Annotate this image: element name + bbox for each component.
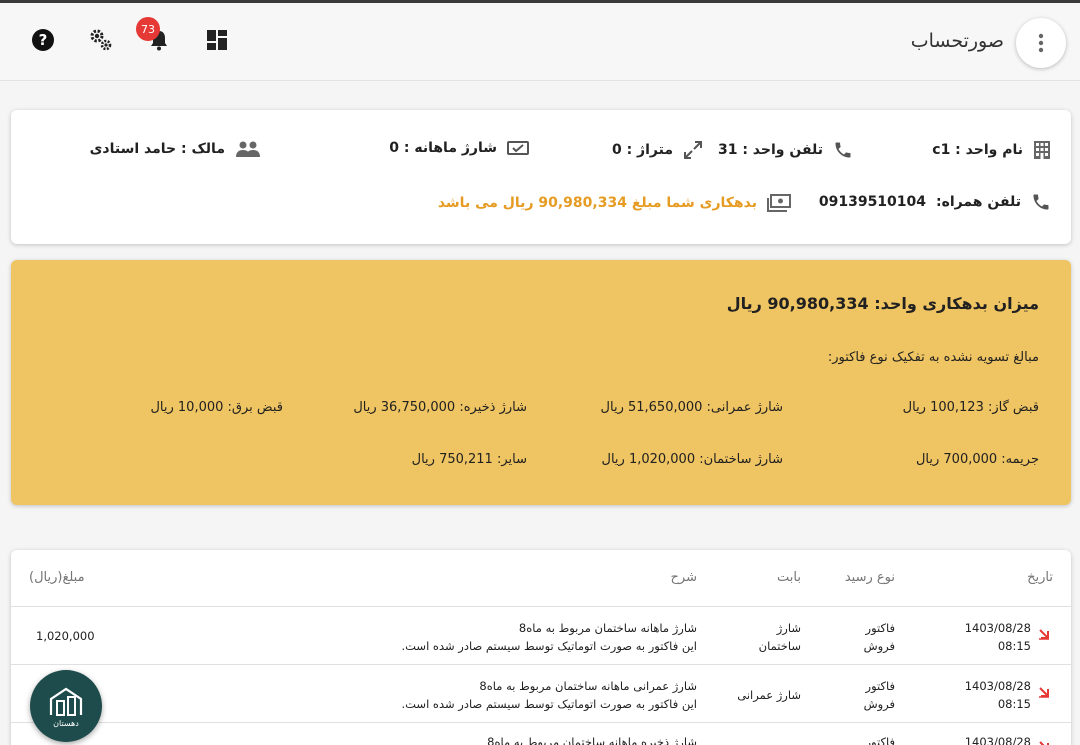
expand-icon	[684, 141, 702, 159]
row-date: 1403/08/28	[964, 735, 1031, 745]
unit-name: نام واحد : c1	[932, 142, 1023, 158]
row-desc-line2: این فاکتور به صورت اتوماتیک توسط سیستم ص…	[401, 639, 697, 653]
header-date: تاریخ	[1027, 570, 1053, 585]
debt-note: بدهکاری شما مبلغ 90,980,334 ریال می باشد	[437, 195, 757, 211]
monthly-charge-value: شارژ ماهانه : 0	[389, 140, 497, 156]
row-type-line1: فاکتور	[865, 621, 895, 635]
app-bar: صورتحساب 73 ?	[0, 3, 1080, 81]
money-icon	[767, 194, 791, 212]
row-type-line2: فروش	[863, 697, 895, 711]
dashboard-icon	[207, 30, 227, 50]
debt-item-electricity: قبض برق: 10,000 ریال	[150, 400, 283, 415]
row-category-line2: ساختمان	[758, 639, 801, 653]
debt-total-title: میزان بدهکاری واحد: 90,980,334 ریال	[726, 294, 1039, 313]
row-amount: 1,020,000	[36, 629, 95, 643]
more-vert-icon	[1038, 33, 1044, 53]
monthly-charge-item: شارژ ماهانه : 0	[389, 140, 529, 156]
row-desc-line1: شارژ ذخیره ماهانه ساختمان مربوط به ماه8	[487, 735, 697, 745]
debt-item-other: سایر: 750,211 ریال	[411, 452, 527, 467]
header-amount: مبلغ(ریال)	[29, 570, 85, 585]
row-desc-line1: شارژ ماهانه ساختمان مربوط به ماه8	[518, 621, 697, 635]
arrow-icon	[1039, 687, 1049, 698]
arrow-icon	[1039, 629, 1049, 640]
row-type-line1: فاکتور	[865, 679, 895, 693]
building-icon	[1034, 141, 1050, 159]
debt-item-construction: شارژ عمرانی: 51,650,000 ریال	[600, 400, 783, 415]
area-value: متراژ : 0	[611, 142, 673, 158]
row-desc-line2: این فاکتور به صورت اتوماتیک توسط سیستم ص…	[401, 697, 697, 711]
debt-subtitle: مبالغ تسویه نشده به تفکیک نوع فاکتور:	[827, 350, 1039, 365]
arrow-icon	[1039, 741, 1049, 745]
table-row[interactable]: 1403/08/28 08:15 فاکتور فروش شارژ ساختما…	[11, 606, 1071, 664]
unit-phone-item: تلفن واحد : 31	[718, 140, 853, 160]
app-logo-button[interactable]: دهستان	[30, 670, 102, 742]
mobile-label: تلفن همراه:	[936, 194, 1021, 210]
table-row[interactable]: 1403/08/28 فاکتور شارژ ذخیره ماهانه ساخت…	[11, 722, 1071, 745]
more-menu-button[interactable]	[1016, 18, 1066, 68]
page-title: صورتحساب	[910, 30, 1004, 52]
debt-note-item: بدهکاری شما مبلغ 90,980,334 ریال می باشد	[438, 194, 791, 212]
row-desc-line1: شارژ عمرانی ماهانه ساختمان مربوط به ماه8	[479, 679, 697, 693]
debt-summary-card: میزان بدهکاری واحد: 90,980,334 ریال مبال…	[11, 260, 1071, 505]
logo-text: دهستان	[53, 719, 79, 728]
header-receipt-type: نوع رسید	[844, 570, 895, 585]
unit-info-card: نام واحد : c1 تلفن واحد : 31 متراژ : 0 ش…	[11, 110, 1071, 244]
debt-item-gas: قبض گاز: 100,123 ریال	[902, 400, 1039, 415]
header-category: بابت	[777, 570, 801, 585]
help-icon: ?	[32, 29, 54, 51]
help-button[interactable]: ?	[30, 27, 56, 53]
row-time: 08:15	[997, 697, 1031, 711]
row-category-line1: شارژ	[776, 621, 801, 635]
debt-item-reserve: شارژ ذخیره: 36,750,000 ریال	[353, 400, 527, 415]
row-time: 08:15	[997, 639, 1031, 653]
owner-item: مالک : حامد استادی	[90, 140, 261, 158]
mobile-value: 09139510104	[818, 194, 927, 210]
settings-button[interactable]	[88, 27, 114, 53]
money-check-icon	[507, 141, 529, 155]
row-category-line1: شارژ عمرانی	[737, 688, 801, 702]
people-icon	[236, 141, 260, 157]
settings-icon	[90, 29, 112, 51]
phone-icon	[1033, 194, 1049, 210]
dashboard-button[interactable]	[204, 27, 230, 53]
owner-value: مالک : حامد استادی	[89, 141, 225, 157]
phone-icon	[835, 142, 851, 158]
mobile-item: تلفن همراه: 09139510104	[819, 192, 1051, 212]
unit-phone: تلفن واحد : 31	[717, 142, 823, 158]
area-item: متراژ : 0	[612, 140, 703, 160]
row-type-line2: فروش	[863, 639, 895, 653]
notification-badge: 73	[136, 17, 160, 41]
debt-item-building: شارژ ساختمان: 1,020,000 ریال	[601, 452, 784, 467]
table-row[interactable]: 1403/08/28 08:15 فاکتور فروش شارژ عمرانی…	[11, 664, 1071, 722]
svg-text:?: ?	[39, 31, 48, 49]
row-date: 1403/08/28	[964, 679, 1031, 693]
unit-name-item: نام واحد : c1	[932, 140, 1051, 160]
debt-item-penalty: جریمه: 700,000 ریال	[915, 452, 1039, 467]
row-type-line1: فاکتور	[865, 735, 895, 745]
header-description: شرح	[670, 570, 697, 585]
row-date: 1403/08/28	[964, 621, 1031, 635]
app-logo-icon: دهستان	[49, 687, 83, 728]
transactions-table: تاریخ نوع رسید بابت شرح مبلغ(ریال) 1403/…	[11, 550, 1071, 745]
